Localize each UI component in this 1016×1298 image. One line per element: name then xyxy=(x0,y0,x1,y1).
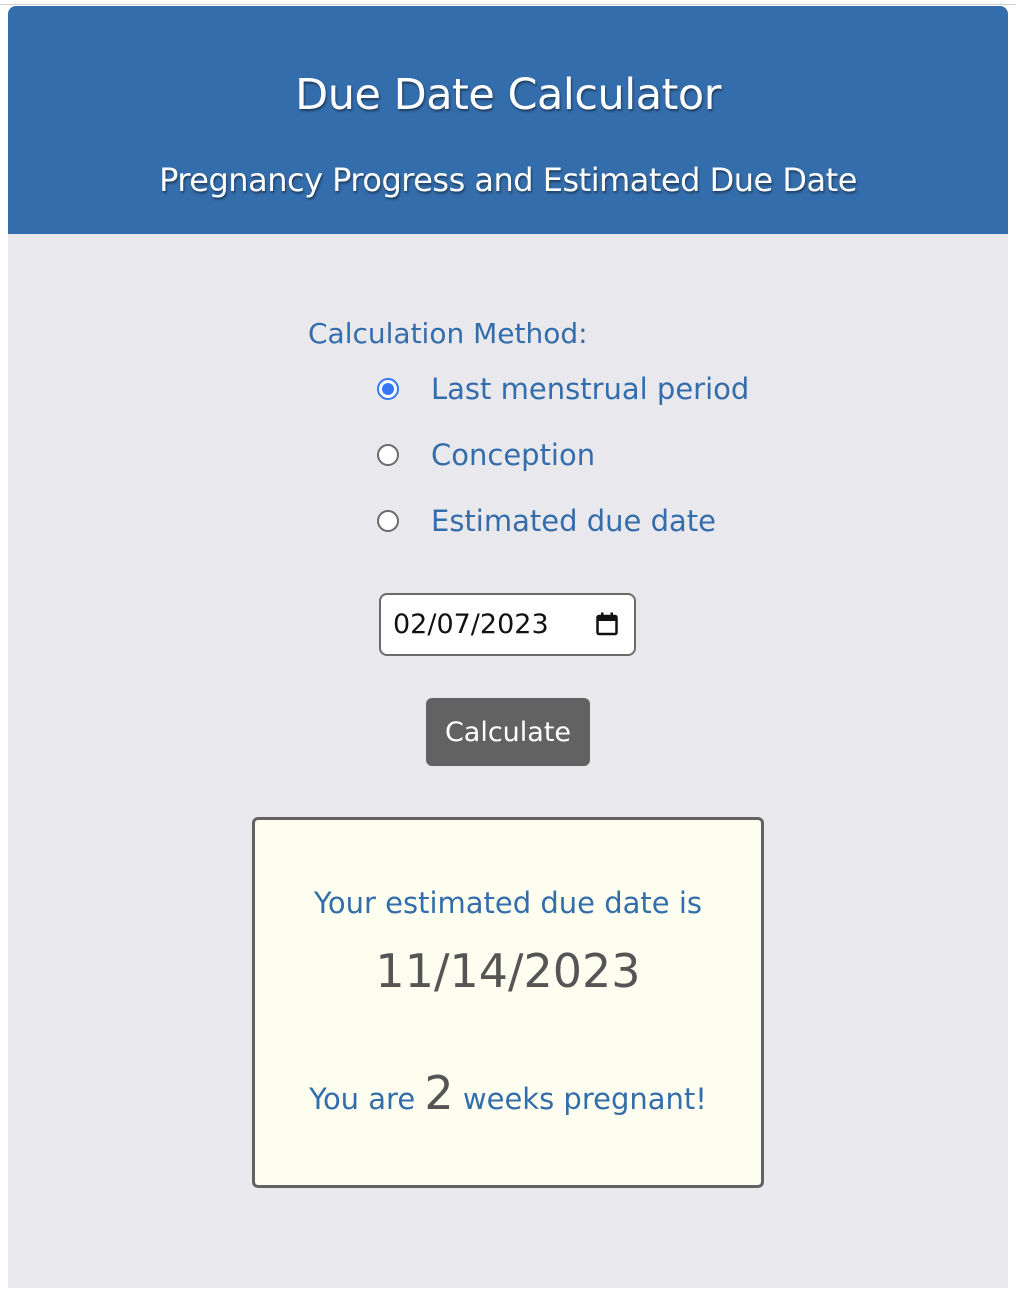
radio-button-last-menstrual-period[interactable] xyxy=(377,378,399,400)
due-date-prefix: Your estimated due date is xyxy=(314,886,702,920)
browser-top-rule xyxy=(0,4,1016,5)
radio-button-estimated-due-date[interactable] xyxy=(377,510,399,532)
weeks-pregnant-line: You are 2 weeks pregnant! xyxy=(255,1066,761,1120)
calculate-button[interactable]: Calculate xyxy=(426,698,590,766)
result-panel: Your estimated due date is 11/14/2023 Yo… xyxy=(252,817,764,1188)
radio-option-last-menstrual-period[interactable]: Last menstrual period xyxy=(377,369,749,409)
page-title: Due Date Calculator xyxy=(295,70,721,120)
weeks-count: 2 xyxy=(424,1066,454,1120)
radio-label-estimated-due-date[interactable]: Estimated due date xyxy=(431,504,716,538)
page-subtitle: Pregnancy Progress and Estimated Due Dat… xyxy=(159,161,857,199)
calendar-icon[interactable] xyxy=(596,612,618,636)
due-date-value: 11/14/2023 xyxy=(375,944,641,998)
app-container: Due Date Calculator Pregnancy Progress a… xyxy=(8,6,1008,1288)
date-input-value[interactable]: 02/07/2023 xyxy=(393,609,549,640)
radio-label-last-menstrual-period[interactable]: Last menstrual period xyxy=(431,372,749,406)
calculation-method-label: Calculation Method: xyxy=(308,317,588,350)
weeks-suffix: weeks pregnant! xyxy=(462,1082,707,1116)
weeks-prefix: You are xyxy=(309,1082,416,1116)
radio-option-estimated-due-date[interactable]: Estimated due date xyxy=(377,501,716,541)
radio-button-conception[interactable] xyxy=(377,444,399,466)
radio-option-conception[interactable]: Conception xyxy=(377,435,595,475)
radio-label-conception[interactable]: Conception xyxy=(431,438,595,472)
header-banner: Due Date Calculator Pregnancy Progress a… xyxy=(8,6,1008,234)
date-input[interactable]: 02/07/2023 xyxy=(379,593,636,656)
